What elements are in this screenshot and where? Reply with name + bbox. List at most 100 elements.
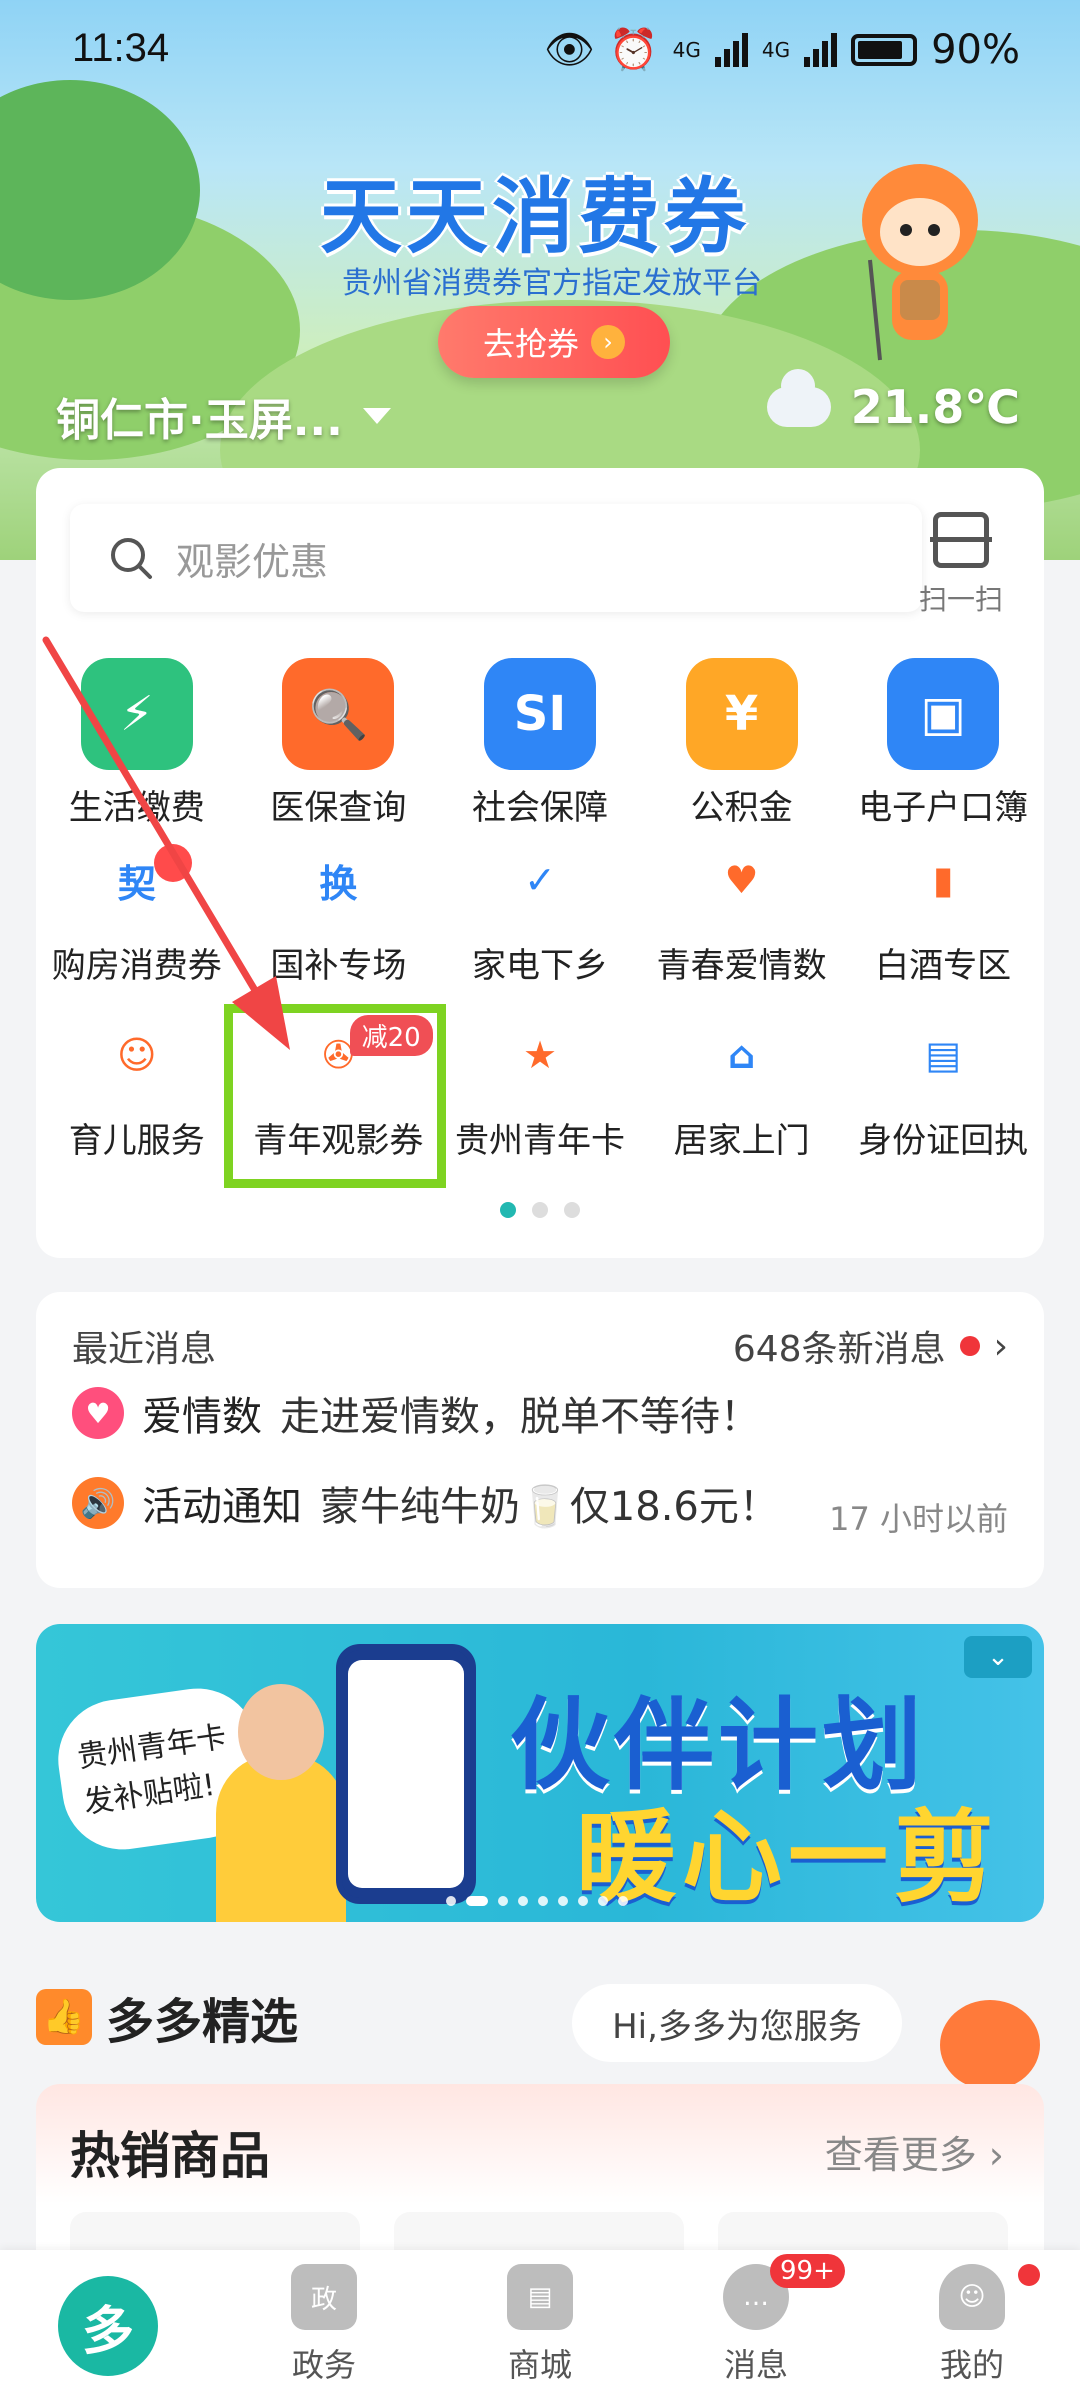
- tab-government[interactable]: 政 政务: [216, 2250, 432, 2400]
- message-item[interactable]: 🔊 活动通知 蒙牛纯牛奶🥛仅18.6元！: [72, 1474, 779, 1532]
- highlight-box: [224, 1004, 446, 1188]
- new-messages-count[interactable]: 648条新消息 ›: [733, 1320, 1008, 1372]
- assistant-bubble[interactable]: Hi,多多为您服务: [572, 1984, 902, 2062]
- search-icon: [111, 538, 152, 579]
- chevron-right-icon: ›: [591, 325, 625, 359]
- battery-level: 90%: [931, 26, 1020, 73]
- service-label: 社会保障: [471, 788, 608, 828]
- id-card-icon: ▤: [925, 1033, 962, 1077]
- alarm-icon: ⏰: [608, 27, 659, 73]
- banner-indicator: [446, 1896, 628, 1906]
- signal-icon: [804, 32, 838, 67]
- message-badge: 99+: [770, 2254, 845, 2288]
- lightning-icon: ⚡: [80, 658, 193, 770]
- picks-title: 多多精选: [106, 1994, 299, 2050]
- eye-icon: 👁: [544, 27, 595, 73]
- service-label: 育儿服务: [68, 1121, 205, 1161]
- service-si[interactable]: SI 社会保障: [439, 658, 641, 840]
- star-card-icon: ★: [522, 1033, 558, 1077]
- tab-messages[interactable]: … 消息 99+: [648, 2250, 864, 2400]
- service-lightning[interactable]: ⚡ 生活缴费: [36, 658, 238, 840]
- service-baby[interactable]: ☺ 育儿服务: [36, 1015, 238, 1197]
- service-label: 白酒专区: [875, 946, 1012, 986]
- tab-mine[interactable]: ☺ 我的: [864, 2250, 1080, 2400]
- scan-button[interactable]: 扫一扫: [916, 508, 1006, 618]
- service-heart[interactable]: ♥ 青春爱情数: [641, 840, 843, 1015]
- cloud-icon: [766, 369, 831, 427]
- new-messages-label: 648条新消息: [732, 1329, 946, 1370]
- unread-dot: [959, 1336, 980, 1356]
- service-house-contract[interactable]: 契购房消费券: [36, 840, 238, 1015]
- recent-messages-card[interactable]: 最近消息 648条新消息 › ♥ 爱情数 走进爱情数，脱单不等待！ 🔊 活动通知…: [36, 1292, 1044, 1588]
- message-text: 蒙牛纯牛奶🥛仅18.6元！: [320, 1484, 779, 1530]
- hot-products-title: 热销商品: [70, 2127, 270, 2185]
- service-label: 购房消费券: [51, 946, 222, 986]
- service-id-book[interactable]: ▣ 电子户口簿: [842, 658, 1044, 840]
- status-bar: 11:34 👁 ⏰ 4G 4G 90%: [0, 0, 1080, 100]
- see-more-link[interactable]: 查看更多 ›: [825, 2124, 1004, 2179]
- service-label: 电子户口簿: [858, 788, 1029, 828]
- message-text: 走进爱情数，脱单不等待！: [280, 1394, 760, 1440]
- service-liquor-bottle[interactable]: ▮ 白酒专区: [842, 840, 1044, 1015]
- signal-icon: [714, 32, 748, 67]
- service-label: 青春爱情数: [656, 946, 827, 986]
- service-label: 公积金: [690, 788, 793, 828]
- heart-icon: ♥: [724, 858, 759, 902]
- location-selector[interactable]: 铜仁市·玉屏...: [56, 384, 391, 448]
- status-time: 11:34: [72, 26, 170, 70]
- assistant-mascot-icon[interactable]: [940, 2000, 1040, 2090]
- id-book-icon: ▣: [887, 658, 1000, 770]
- message-source: 爱情数: [142, 1394, 262, 1440]
- shop-icon: ▤: [507, 2264, 573, 2330]
- services-card: 观影优惠 扫一扫 ⚡ 生活缴费 🔍 医保查询 SI 社会保障 ¥ 公积金 ▣ 电子户口簿 契购房消…: [36, 468, 1044, 1258]
- search-placeholder: 观影优惠: [176, 539, 329, 584]
- search-bar[interactable]: 观影优惠: [70, 504, 922, 612]
- service-label: 国补专场: [270, 946, 407, 986]
- service-house-check[interactable]: ✓ 家电下乡: [439, 840, 641, 1015]
- banner-subtitle: 贵州省消费券官方指定发放平台: [342, 266, 762, 301]
- chevron-down-icon[interactable]: ⌄: [964, 1636, 1032, 1678]
- heart-icon: ♥: [72, 1387, 124, 1439]
- message-item[interactable]: ♥ 爱情数 走进爱情数，脱单不等待！: [72, 1384, 760, 1442]
- house-check-icon: ✓: [524, 858, 556, 902]
- notification-dot: [154, 844, 192, 882]
- service-search-card[interactable]: 🔍 医保查询: [238, 658, 440, 840]
- message-source: 活动通知: [142, 1484, 302, 1530]
- phone-illustration: [336, 1644, 476, 1904]
- service-home-heart[interactable]: ⌂ 居家上门: [641, 1015, 843, 1197]
- service-star-card[interactable]: ★ 贵州青年卡: [439, 1015, 641, 1197]
- service-label: 生活缴费: [68, 788, 205, 828]
- notification-dot: [1018, 2264, 1040, 2286]
- weather: 21.8℃: [766, 369, 1020, 434]
- grab-coupon-button[interactable]: 去抢券 ›: [438, 306, 670, 378]
- tab-label: 商城: [507, 2346, 572, 2384]
- net-label-2: 4G: [761, 37, 791, 62]
- promo-banner[interactable]: 贵州青年卡 发补贴啦! 伙伴计划 暖心一剪 ⌄: [36, 1624, 1044, 1922]
- picks-section-title: 👍 多多精选: [36, 1982, 298, 2052]
- home-logo-icon: 多: [58, 2276, 158, 2376]
- baby-icon: ☺: [116, 1033, 157, 1077]
- tab-label: 我的: [939, 2346, 1004, 2384]
- user-icon: ☺: [939, 2264, 1005, 2330]
- service-camera-exchange[interactable]: 换国补专场: [238, 840, 440, 1015]
- service-id-card[interactable]: ▤ 身份证回执: [842, 1015, 1044, 1197]
- speaker-icon: 🔊: [72, 1477, 124, 1529]
- home-heart-icon: ⌂: [727, 1033, 756, 1077]
- chevron-right-icon: ›: [993, 1325, 1008, 1367]
- mascot-image: [862, 164, 978, 361]
- tab-shop[interactable]: ▤ 商城: [432, 2250, 648, 2400]
- location-label: 铜仁市·玉屏...: [56, 395, 343, 446]
- grab-coupon-label: 去抢券: [482, 325, 579, 363]
- liquor-bottle-icon: ▮: [932, 858, 954, 902]
- message-time: 17 小时以前: [829, 1500, 1008, 1538]
- scan-icon: [930, 512, 992, 568]
- tab-home[interactable]: 多: [0, 2250, 216, 2400]
- service-house-yen[interactable]: ¥ 公积金: [641, 658, 843, 840]
- service-label: 家电下乡: [471, 946, 608, 986]
- service-label: 贵州青年卡: [454, 1121, 625, 1161]
- banner-title: 天天消费券: [320, 170, 751, 265]
- camera-exchange-icon: 换: [319, 861, 358, 906]
- messages-header: 最近消息: [72, 1329, 217, 1370]
- tab-label: 消息: [723, 2346, 788, 2384]
- net-label-1: 4G: [672, 37, 701, 62]
